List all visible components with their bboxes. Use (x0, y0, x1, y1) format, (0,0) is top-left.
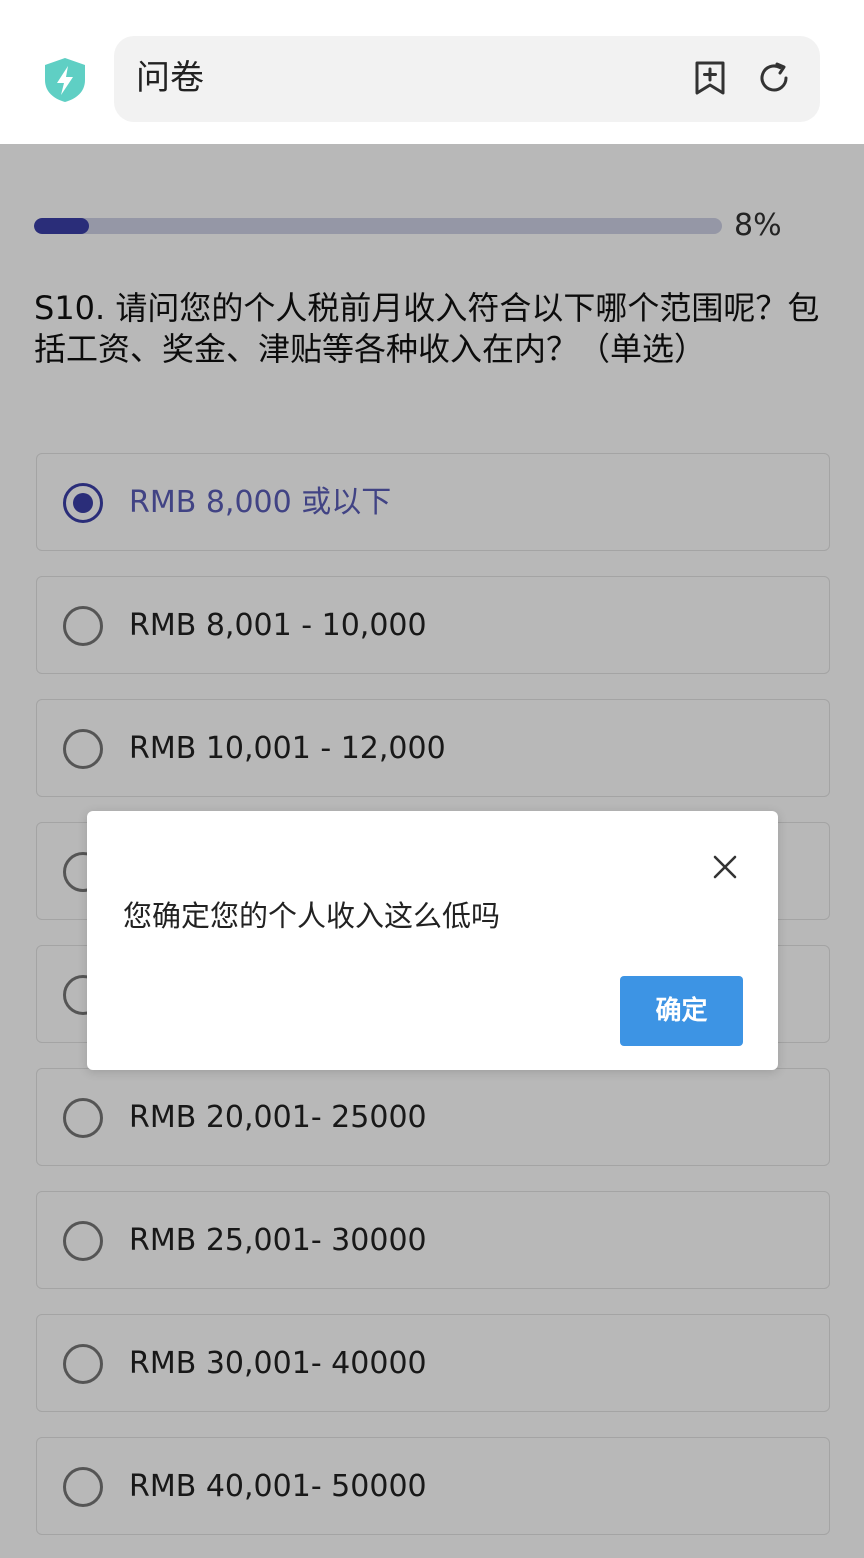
address-bar[interactable]: 问卷 (114, 36, 820, 122)
reload-icon[interactable] (756, 60, 792, 96)
dialog-message: 您确定您的个人收入这么低吗 (123, 899, 501, 933)
confirm-dialog: 您确定您的个人收入这么低吗 确定 (87, 811, 778, 1070)
shield-lightning-icon[interactable] (42, 56, 88, 104)
browser-toolbar: 问卷 (0, 0, 864, 144)
bookmark-add-icon[interactable] (692, 60, 728, 96)
page-title: 问卷 (136, 58, 204, 98)
confirm-button[interactable]: 确定 (620, 976, 743, 1046)
close-icon[interactable] (711, 853, 739, 881)
